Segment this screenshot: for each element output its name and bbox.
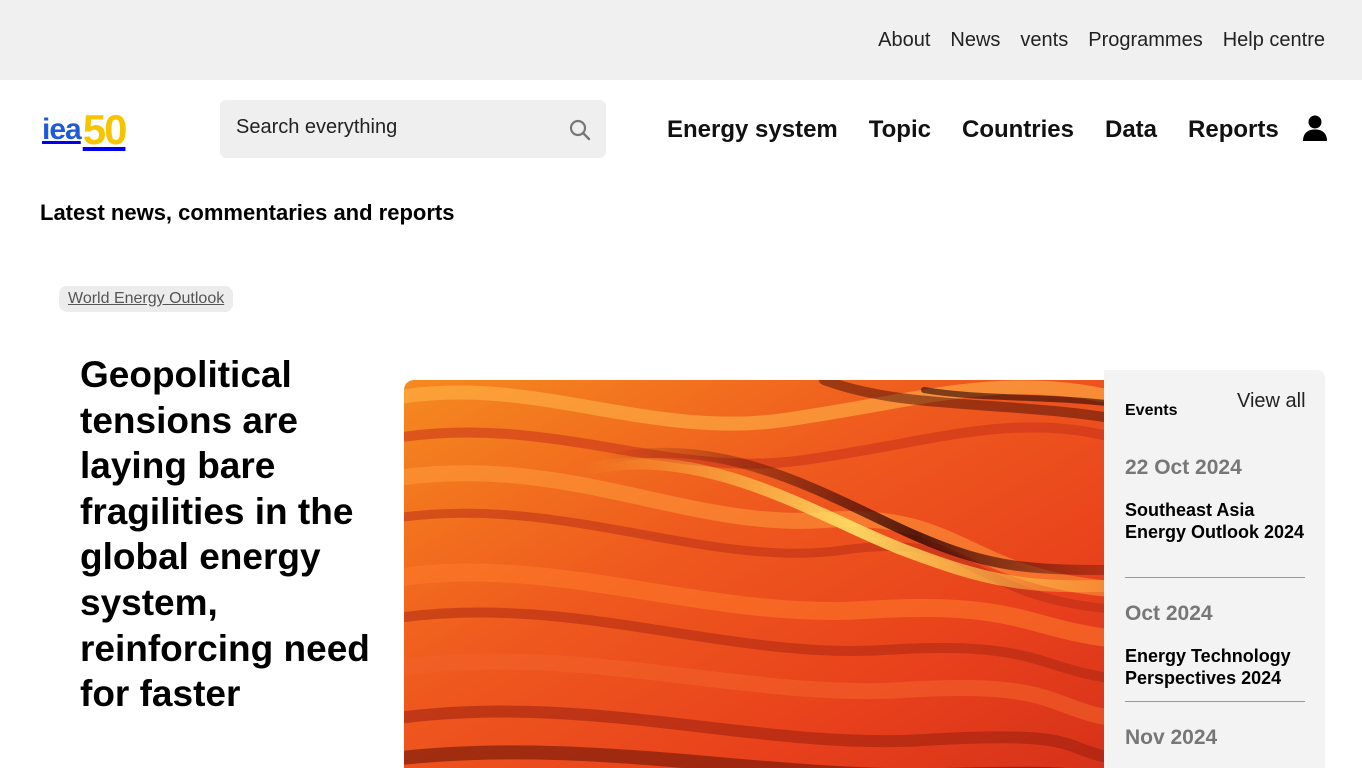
logo-50-text: 50 <box>82 106 128 153</box>
event-date: Nov 2024 <box>1125 726 1218 749</box>
utility-link-news[interactable]: News <box>950 28 1000 52</box>
event-divider <box>1125 577 1305 578</box>
logo-iea-text: iea <box>42 113 82 146</box>
category-tag[interactable]: World Energy Outlook <box>59 286 234 312</box>
search-box <box>220 100 606 158</box>
featured-headline[interactable]: Geopolitical tensions are laying bare fr… <box>80 352 380 717</box>
utility-link-help-centre[interactable]: Help centre <box>1223 28 1325 52</box>
iea-50-logo[interactable]: iea 50 <box>42 106 128 153</box>
view-all-link[interactable]: View all <box>1237 390 1306 413</box>
event-name: Southeast Asia Energy Outlook 2024 <box>1125 500 1305 542</box>
events-title: Events <box>1125 402 1178 419</box>
nav-energy-system[interactable]: Energy system <box>667 115 838 145</box>
nav-reports[interactable]: Reports <box>1188 115 1279 145</box>
event-name: Energy Technology Perspectives 2024 <box>1125 646 1291 688</box>
user-icon[interactable] <box>1302 114 1328 142</box>
event-date: Oct 2024 <box>1125 602 1213 625</box>
main-nav: Energy system Topic Countries Data Repor… <box>667 115 1279 145</box>
utility-bar: About News vents Programmes Help centre <box>0 0 1362 80</box>
events-panel: Events View all 22 Oct 2024 Southeast As… <box>1104 370 1325 768</box>
event-item[interactable]: 22 Oct 2024 Southeast Asia Energy Outloo… <box>1125 455 1305 543</box>
featured-image[interactable] <box>404 380 1104 768</box>
event-divider <box>1125 701 1305 702</box>
utility-link-about[interactable]: About <box>878 28 930 52</box>
utility-nav: About News vents Programmes Help centre <box>878 28 1325 52</box>
event-item[interactable]: Nov 2024 <box>1125 725 1305 751</box>
nav-topic[interactable]: Topic <box>869 115 931 145</box>
utility-link-events[interactable]: vents <box>1020 28 1068 52</box>
event-item[interactable]: Oct 2024 Energy Technology Perspectives … <box>1125 601 1305 689</box>
nav-data[interactable]: Data <box>1105 115 1157 145</box>
utility-link-programmes[interactable]: Programmes <box>1088 28 1202 52</box>
nav-countries[interactable]: Countries <box>962 115 1074 145</box>
search-input[interactable] <box>236 108 556 146</box>
event-date: 22 Oct 2024 <box>1125 456 1242 479</box>
search-icon[interactable] <box>568 118 592 142</box>
abstract-waves-image <box>404 380 1104 768</box>
section-title: Latest news, commentaries and reports <box>40 200 455 225</box>
